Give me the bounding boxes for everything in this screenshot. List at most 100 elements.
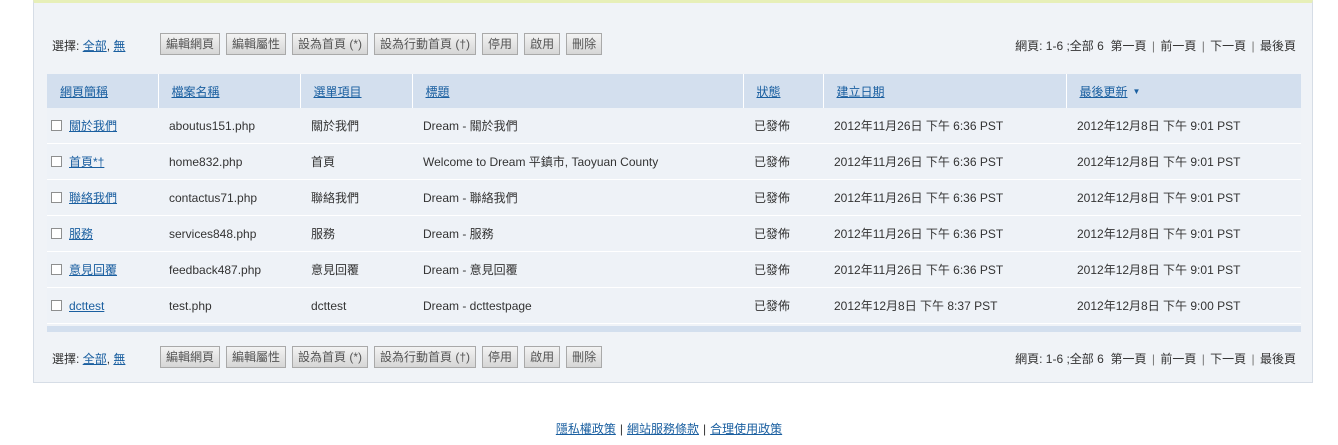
page-link[interactable]: 關於我們 xyxy=(69,119,117,133)
page-list-panel: 選擇: 全部, 無 編輯網頁 編輯屬性 設為首頁 (*) 設為行動首頁 (†) … xyxy=(33,0,1313,383)
updated-date-cell: 2012年12月8日 下午 9:01 PST xyxy=(1066,179,1301,216)
column-header: 選單項目 xyxy=(300,74,413,108)
set-home-button[interactable]: 設為首頁 (*) xyxy=(292,346,369,368)
menu-item-cell: 意見回覆 xyxy=(300,251,412,288)
page-link[interactable]: 意見回覆 xyxy=(69,263,117,277)
status-cell: 已發佈 xyxy=(743,215,823,252)
file-name-cell: services848.php xyxy=(158,215,300,252)
created-date-cell: 2012年11月26日 下午 6:36 PST xyxy=(823,143,1066,180)
selection-controls: 選擇: 全部, 無 xyxy=(52,37,125,54)
action-buttons: 編輯網頁 編輯屬性 設為首頁 (*) 設為行動首頁 (†) 停用 啟用 刪除 xyxy=(160,346,603,368)
menu-item-cell: 首頁 xyxy=(300,143,412,180)
action-buttons: 編輯網頁 編輯屬性 設為首頁 (*) 設為行動首頁 (†) 停用 啟用 刪除 xyxy=(160,33,603,55)
status-cell: 已發佈 xyxy=(743,108,823,144)
first-page-link[interactable]: 第一頁 xyxy=(1111,39,1147,53)
chevron-down-icon[interactable]: ▼ xyxy=(1133,87,1141,96)
page-link[interactable]: dcttest xyxy=(69,299,104,313)
created-date-cell: 2012年11月26日 下午 6:36 PST xyxy=(823,251,1066,288)
updated-date-cell: 2012年12月8日 下午 9:01 PST xyxy=(1066,215,1301,252)
sort-title-link[interactable]: 標題 xyxy=(413,85,450,99)
terms-of-service-link[interactable]: 網站服務條款 xyxy=(627,422,699,436)
next-page-link[interactable]: 下一頁 xyxy=(1210,352,1246,366)
select-all-link[interactable]: 全部 xyxy=(83,39,107,53)
table-row: dcttest test.php dcttest Dream - dcttestpag… xyxy=(47,287,1301,324)
pager-separator: | xyxy=(1251,352,1255,366)
edit-page-button[interactable]: 編輯網頁 xyxy=(160,346,221,368)
select-none-link[interactable]: 無 xyxy=(113,39,125,53)
footer-separator: | xyxy=(619,422,623,436)
top-toolbar: 選擇: 全部, 無 編輯網頁 編輯屬性 設為首頁 (*) 設為行動首頁 (†) … xyxy=(34,31,1314,63)
delete-button[interactable]: 刪除 xyxy=(566,33,603,55)
pager-separator: | xyxy=(1201,352,1205,366)
select-none-link[interactable]: 無 xyxy=(113,352,125,366)
disable-button[interactable]: 停用 xyxy=(482,346,519,368)
column-header: 狀態 xyxy=(743,74,824,108)
short-name-cell: 意見回覆 xyxy=(47,251,158,288)
last-page-link[interactable]: 最後頁 xyxy=(1260,352,1296,366)
pages-table: 網頁簡稱 檔案名稱 選單項目 標題 狀態 建立日期 最後更新 ▼ 關於我們 abou… xyxy=(47,74,1301,324)
enable-button[interactable]: 啟用 xyxy=(524,33,561,55)
pager-separator: | xyxy=(1151,39,1155,53)
select-separator: , xyxy=(106,39,111,53)
created-date-cell: 2012年12月8日 下午 8:37 PST xyxy=(823,287,1066,324)
row-checkbox[interactable] xyxy=(51,120,62,131)
prev-page-link[interactable]: 前一頁 xyxy=(1160,39,1196,53)
file-name-cell: contactus71.php xyxy=(158,179,300,216)
column-header: 最後更新 ▼ xyxy=(1066,74,1301,108)
pager-separator: | xyxy=(1151,352,1155,366)
row-checkbox[interactable] xyxy=(51,299,62,311)
sort-file-name-link[interactable]: 檔案名稱 xyxy=(159,85,220,99)
title-cell: Dream - 關於我們 xyxy=(412,108,743,144)
title-cell: Welcome to Dream 平鎮市, Taoyuan County xyxy=(412,143,743,180)
disable-button[interactable]: 停用 xyxy=(482,33,519,55)
pager-separator: | xyxy=(1251,39,1255,53)
created-date-cell: 2012年11月26日 下午 6:36 PST xyxy=(823,215,1066,252)
row-checkbox[interactable] xyxy=(51,192,62,203)
menu-item-cell: 聯絡我們 xyxy=(300,179,412,216)
sort-menu-item-link[interactable]: 選單項目 xyxy=(301,85,362,99)
page-link[interactable]: 服務 xyxy=(69,227,93,241)
edit-properties-button[interactable]: 編輯屬性 xyxy=(226,33,287,55)
select-all-link[interactable]: 全部 xyxy=(83,352,107,366)
first-page-link[interactable]: 第一頁 xyxy=(1111,352,1147,366)
column-header: 標題 xyxy=(412,74,744,108)
short-name-cell: 聯絡我們 xyxy=(47,179,158,216)
table-bottom-border xyxy=(47,326,1301,332)
acceptable-use-link[interactable]: 合理使用政策 xyxy=(710,422,782,436)
menu-item-cell: 關於我們 xyxy=(300,108,412,144)
short-name-cell: 關於我們 xyxy=(47,108,158,144)
pager: 網頁: 1-6 ;全部 6 第一頁 | 前一頁 | 下一頁 | 最後頁 xyxy=(1015,350,1296,367)
edit-properties-button[interactable]: 編輯屬性 xyxy=(226,346,287,368)
updated-date-cell: 2012年12月8日 下午 9:01 PST xyxy=(1066,108,1301,144)
page-link[interactable]: 首頁*† xyxy=(69,155,104,169)
short-name-cell: 首頁*† xyxy=(47,143,158,180)
next-page-link[interactable]: 下一頁 xyxy=(1210,39,1246,53)
privacy-policy-link[interactable]: 隱私權政策 xyxy=(556,422,616,436)
bottom-toolbar: 選擇: 全部, 無 編輯網頁 編輯屬性 設為首頁 (*) 設為行動首頁 (†) … xyxy=(34,344,1314,376)
page-link[interactable]: 聯絡我們 xyxy=(69,191,117,205)
enable-button[interactable]: 啟用 xyxy=(524,346,561,368)
updated-date-cell: 2012年12月8日 下午 9:00 PST xyxy=(1066,287,1301,324)
sort-updated-link[interactable]: 最後更新 xyxy=(1067,85,1128,99)
sort-short-name-link[interactable]: 網頁簡稱 xyxy=(47,85,108,99)
updated-date-cell: 2012年12月8日 下午 9:01 PST xyxy=(1066,143,1301,180)
sort-created-link[interactable]: 建立日期 xyxy=(824,85,885,99)
set-mobile-home-button[interactable]: 設為行動首頁 (†) xyxy=(374,33,477,55)
status-cell: 已發佈 xyxy=(743,143,823,180)
row-checkbox[interactable] xyxy=(51,156,62,167)
last-page-link[interactable]: 最後頁 xyxy=(1260,39,1296,53)
row-checkbox[interactable] xyxy=(51,228,62,239)
edit-page-button[interactable]: 編輯網頁 xyxy=(160,33,221,55)
table-row: 意見回覆 feedback487.php 意見回覆 Dream - 意見回覆 已發佈 20… xyxy=(47,251,1301,288)
short-name-cell: dcttest xyxy=(47,287,158,324)
row-checkbox[interactable] xyxy=(51,264,62,275)
set-home-button[interactable]: 設為首頁 (*) xyxy=(292,33,369,55)
table-row: 聯絡我們 contactus71.php 聯絡我們 Dream - 聯絡我們 已發佈 20… xyxy=(47,179,1301,216)
set-mobile-home-button[interactable]: 設為行動首頁 (†) xyxy=(374,346,477,368)
prev-page-link[interactable]: 前一頁 xyxy=(1160,352,1196,366)
menu-item-cell: dcttest xyxy=(300,287,412,324)
pager-separator: | xyxy=(1201,39,1205,53)
sort-status-link[interactable]: 狀態 xyxy=(744,85,781,99)
delete-button[interactable]: 刪除 xyxy=(566,346,603,368)
short-name-cell: 服務 xyxy=(47,215,158,252)
